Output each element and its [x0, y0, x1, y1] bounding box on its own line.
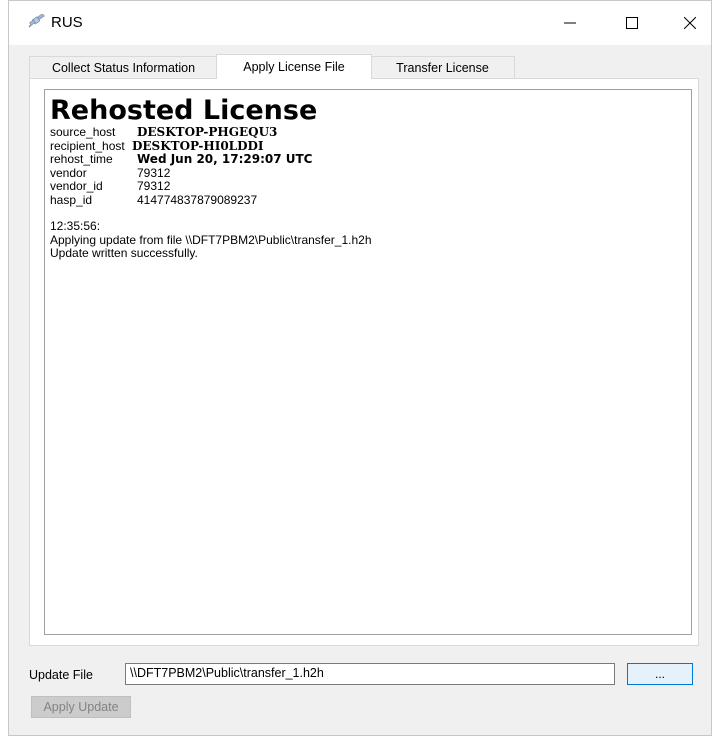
- log-line: Applying update from file \\DFT7PBM2\Pub…: [50, 232, 372, 247]
- field-key: rehost_time: [50, 152, 113, 166]
- apply-update-button[interactable]: Apply Update: [31, 696, 131, 718]
- field-row-source-host: source_host DESKTOP-PHGEQU3: [50, 125, 687, 140]
- close-icon: [684, 17, 696, 29]
- update-file-row: Update File \\DFT7PBM2\Public\transfer_1…: [29, 663, 709, 687]
- field-key: source_host: [50, 125, 116, 139]
- update-file-label: Update File: [29, 668, 93, 682]
- tab-transfer-license[interactable]: Transfer License: [370, 56, 515, 78]
- field-value: 79312: [137, 179, 171, 193]
- field-value: 414774837879089237: [137, 192, 258, 207]
- report-content: Rehosted License source_host DESKTOP-PHG…: [50, 96, 687, 261]
- client-area: Collect Status Information Apply License…: [9, 45, 711, 735]
- field-key: hasp_id: [50, 192, 93, 207]
- log-output: 12:35:56: Applying update from file \\DF…: [50, 219, 687, 261]
- report-view[interactable]: Rehosted License source_host DESKTOP-PHG…: [44, 89, 692, 635]
- maximize-icon: [626, 17, 638, 29]
- log-line: Update written successfully.: [50, 246, 198, 260]
- field-row-vendor-id: vendor_id 79312: [50, 179, 687, 194]
- tab-collect-status-information[interactable]: Collect Status Information: [29, 56, 218, 78]
- field-row-rehost-time: rehost_time Wed Jun 20, 17:29:07 UTC: [50, 152, 687, 167]
- minimize-icon: [564, 22, 576, 24]
- report-heading: Rehosted License: [50, 95, 318, 126]
- browse-button[interactable]: ...: [627, 663, 693, 685]
- field-row-recipient-host: recipient_host DESKTOP-HI0LDDI: [50, 138, 687, 154]
- tab-apply-license-file[interactable]: Apply License File: [216, 54, 372, 79]
- field-value: DESKTOP-HI0LDDI: [132, 138, 264, 153]
- field-value: DESKTOP-PHGEQU3: [137, 125, 278, 139]
- field-value: Wed Jun 20, 17:29:07 UTC: [137, 152, 313, 166]
- title-bar[interactable]: RUS: [9, 1, 711, 45]
- field-row-hasp-id: hasp_id 414774837879089237: [50, 192, 687, 208]
- field-key: vendor: [50, 165, 87, 180]
- field-row-vendor: vendor 79312: [50, 165, 687, 181]
- rus-window: RUS Collect Status Information Apply Lic…: [8, 0, 712, 736]
- window-title: RUS: [51, 14, 83, 31]
- field-value: 79312: [137, 165, 171, 180]
- log-line: 12:35:56:: [50, 219, 101, 233]
- update-file-input[interactable]: \\DFT7PBM2\Public\transfer_1.h2h: [125, 663, 615, 685]
- field-key: recipient_host: [50, 138, 125, 153]
- tab-panel-apply-license-file: Rehosted License source_host DESKTOP-PHG…: [29, 78, 699, 646]
- close-button[interactable]: [667, 1, 713, 45]
- minimize-button[interactable]: [547, 1, 593, 45]
- field-key: vendor_id: [50, 179, 103, 193]
- satellite-icon: [27, 13, 47, 30]
- maximize-button[interactable]: [609, 1, 655, 45]
